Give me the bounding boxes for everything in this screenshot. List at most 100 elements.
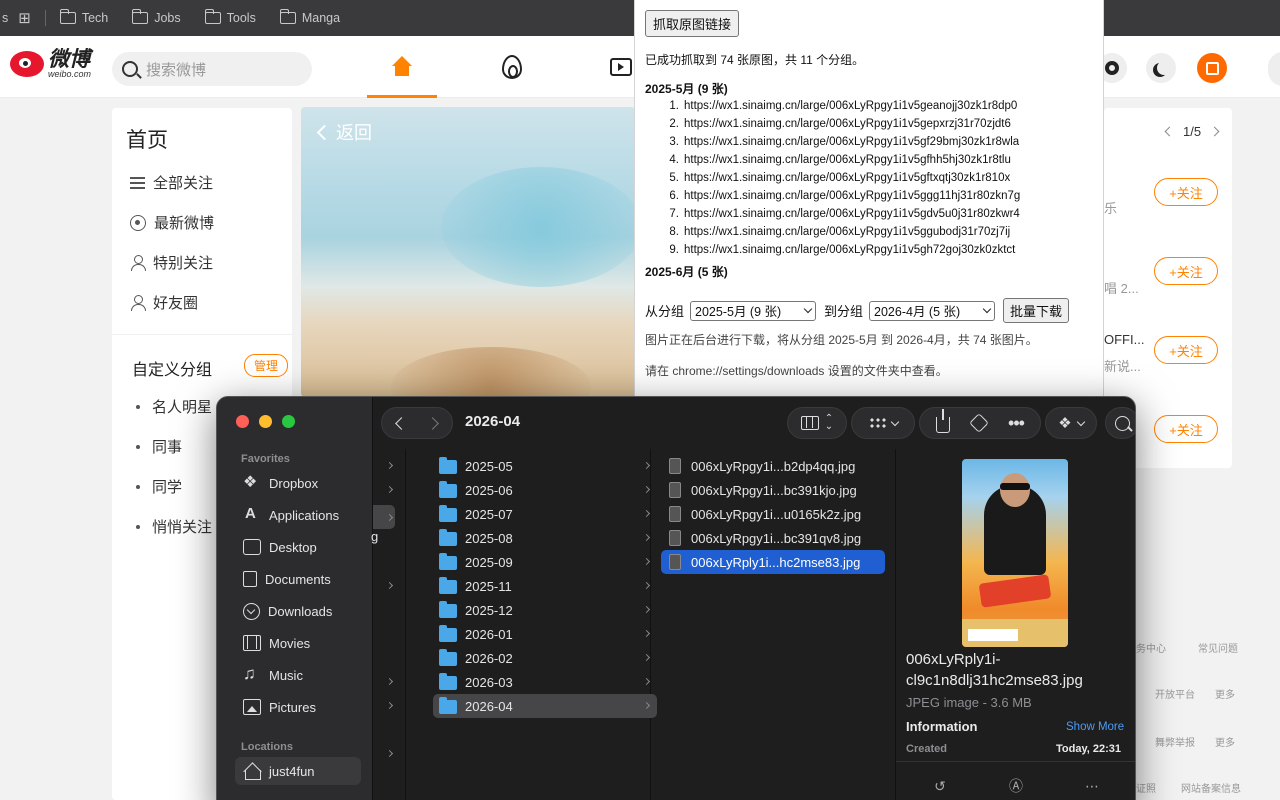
forward-nav-icon[interactable] — [426, 416, 439, 430]
from-group-select[interactable]: 2025-5月 (9 张) — [690, 300, 817, 321]
rotate-icon[interactable]: ↺ — [932, 779, 948, 793]
view-mode-button[interactable]: ⌃ ⌄ — [787, 407, 847, 439]
group-item[interactable]: 名人明星 — [136, 396, 212, 417]
bookmark-tech[interactable]: Tech — [59, 9, 108, 25]
follow-button[interactable]: +关注 — [1154, 257, 1218, 285]
weibo-logo[interactable]: 微博 weibo.com — [10, 49, 91, 79]
url-item[interactable]: 7. https://wx1.sinaimg.cn/large/006xLyRpg… — [655, 205, 1020, 223]
folder-icon — [439, 673, 457, 690]
sidebar-item-documents[interactable]: Documents — [235, 565, 361, 593]
folder-icon — [439, 505, 457, 522]
sidebar-item-home[interactable]: just4fun — [235, 757, 361, 785]
folder-row[interactable]: 2026-03 — [433, 670, 657, 694]
follow-button[interactable]: +关注 — [1154, 415, 1218, 443]
sidebar-item-music[interactable]: Music — [235, 661, 361, 689]
bookmark-manga[interactable]: Manga — [279, 9, 340, 25]
sidebar-item-applications[interactable]: Applications — [235, 501, 361, 529]
created-value: Today, 22:31 — [1056, 743, 1122, 755]
file-row[interactable]: 006xLyRpgy1i...bc391qv8.jpg — [661, 526, 885, 550]
image-file-icon — [669, 458, 681, 474]
poster-info-box — [968, 629, 1018, 641]
sidebar-item-label: Applications — [269, 507, 340, 523]
tab-hot[interactable] — [477, 36, 547, 98]
manage-button[interactable]: 管理 — [244, 354, 289, 377]
group-item[interactable]: 同事 — [136, 436, 182, 457]
sidebar-divider — [112, 334, 292, 335]
next-page-icon[interactable] — [1209, 126, 1220, 137]
compose-button[interactable] — [1197, 53, 1227, 83]
more-icon[interactable]: ⋯ — [1084, 779, 1100, 793]
group-item[interactable]: 悄悄关注 — [136, 516, 212, 537]
apps-grid-icon[interactable]: ⊞ — [18, 9, 31, 27]
folder-row[interactable]: 2026-02 — [433, 646, 657, 670]
follow-button[interactable]: +关注 — [1154, 336, 1218, 364]
url-item[interactable]: 1. https://wx1.sinaimg.cn/large/006xLyRpg… — [655, 97, 1020, 115]
footer-link[interactable]: 证照 — [1136, 780, 1156, 795]
tab-home[interactable] — [367, 36, 437, 98]
url-item[interactable]: 4. https://wx1.sinaimg.cn/large/006xLyRpg… — [655, 151, 1020, 169]
grab-links-button[interactable]: 抓取原图链接 — [645, 10, 740, 37]
footer-link[interactable]: 更多 — [1215, 686, 1235, 701]
sidebar-item-label: Pictures — [269, 699, 316, 715]
folder-row[interactable]: 2026-04 — [433, 694, 657, 718]
sidebar-item-movies[interactable]: Movies — [235, 629, 361, 657]
folder-row[interactable]: 2025-09 — [433, 550, 657, 574]
url-item[interactable]: 8. https://wx1.sinaimg.cn/large/006xLyRpg… — [655, 223, 1020, 241]
search-input[interactable]: 搜索微博 — [112, 52, 312, 86]
favorites-heading: Favorites — [241, 453, 290, 465]
close-window-button[interactable] — [236, 415, 249, 428]
folder-row[interactable]: 2026-01 — [433, 622, 657, 646]
url-item[interactable]: 9. https://wx1.sinaimg.cn/large/006xLyRpg… — [655, 241, 1020, 259]
sidebar-item-all-following[interactable]: 全部关注 — [130, 172, 213, 193]
zoom-window-button[interactable] — [282, 415, 295, 428]
show-more-link[interactable]: Show More — [1066, 721, 1124, 733]
footer-link[interactable]: 舞弊举报 — [1155, 734, 1195, 749]
bookmark-tools[interactable]: Tools — [204, 9, 256, 25]
batch-download-button[interactable]: 批量下载 — [1003, 298, 1070, 323]
folder-row[interactable]: 2025-06 — [433, 478, 657, 502]
footer-link[interactable]: 常见问题 — [1198, 640, 1238, 655]
url-item[interactable]: 6. https://wx1.sinaimg.cn/large/006xLyRpg… — [655, 187, 1020, 205]
search-button[interactable] — [1105, 407, 1135, 439]
sidebar-item-downloads[interactable]: Downloads — [235, 597, 361, 625]
file-row[interactable]: 006xLyRpgy1i...bc391kjo.jpg — [661, 478, 885, 502]
url-item[interactable]: 2. https://wx1.sinaimg.cn/large/006xLyRpg… — [655, 115, 1020, 133]
sidebar-item-desktop[interactable]: Desktop — [235, 533, 361, 561]
folder-row[interactable]: 2025-05 — [433, 454, 657, 478]
sidebar-item-friends[interactable]: 好友圈 — [130, 292, 198, 313]
prev-page-icon[interactable] — [1164, 126, 1175, 137]
sidebar-item-latest[interactable]: 最新微博 — [130, 212, 214, 233]
group-by-button[interactable] — [851, 407, 915, 439]
footer-link[interactable]: 开放平台 — [1155, 686, 1195, 701]
url-item[interactable]: 3. https://wx1.sinaimg.cn/large/006xLyRpg… — [655, 133, 1020, 151]
dark-mode-button[interactable] — [1146, 53, 1176, 83]
url-item[interactable]: 5. https://wx1.sinaimg.cn/large/006xLyRpg… — [655, 169, 1020, 187]
footer-link[interactable]: 更多 — [1215, 734, 1235, 749]
back-nav-icon[interactable] — [395, 416, 408, 430]
sidebar-item-dropbox[interactable]: Dropbox — [235, 469, 361, 497]
folder-row[interactable]: 2025-08 — [433, 526, 657, 550]
back-button[interactable]: 返回 — [316, 119, 372, 145]
bookmark-jobs[interactable]: Jobs — [132, 9, 181, 25]
footer-link[interactable]: 务中心 — [1136, 640, 1166, 655]
url-index: 8. — [669, 226, 679, 238]
markup-icon[interactable]: Ⓐ — [1008, 779, 1024, 793]
sidebar-item-pictures[interactable]: Pictures — [235, 693, 361, 721]
to-group-select[interactable]: 2026-4月 (5 张) — [869, 300, 996, 321]
tag-icon[interactable] — [969, 413, 989, 433]
dropbox-menu-button[interactable]: ❖ — [1045, 407, 1097, 439]
minimize-window-button[interactable] — [259, 415, 272, 428]
more-icon[interactable]: ••• — [1008, 414, 1025, 432]
file-row[interactable]: 006xLyRpgy1i...u0165k2z.jpg — [661, 502, 885, 526]
file-row[interactable]: 006xLyRpgy1i...b2dp4qq.jpg — [661, 454, 885, 478]
folder-row[interactable]: 2025-11 — [433, 574, 657, 598]
file-row[interactable]: 006xLyRply1i...hc2mse83.jpg — [661, 550, 885, 574]
group-item[interactable]: 同学 — [136, 476, 182, 497]
folder-row[interactable]: 2025-12 — [433, 598, 657, 622]
follow-button[interactable]: +关注 — [1154, 178, 1218, 206]
folder-row[interactable]: 2025-07 — [433, 502, 657, 526]
share-icon[interactable] — [936, 409, 951, 433]
group-item-label: 悄悄关注 — [152, 519, 213, 536]
sidebar-item-special[interactable]: 特别关注 — [130, 252, 213, 273]
footer-link[interactable]: 网站备案信息 — [1181, 780, 1241, 795]
